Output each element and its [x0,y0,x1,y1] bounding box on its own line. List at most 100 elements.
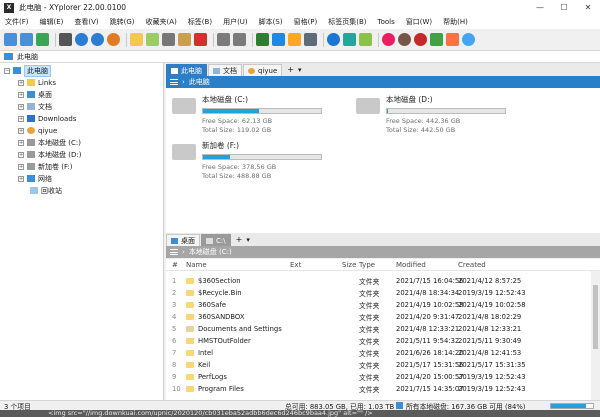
menu-tabsets[interactable]: 标签页集(B) [328,17,366,27]
expand-icon[interactable]: + [18,175,24,182]
tree-item[interactable]: + qiyue [18,125,57,136]
table-row[interactable]: 7 Intel 文件夹 2021/6/26 18:14:20 2021/4/8 12:4… [166,347,600,358]
tree-item[interactable]: + 本地磁盘 (D:) [18,149,81,160]
tree-item[interactable]: + 文档 [18,101,52,112]
expand-icon[interactable]: + [18,91,24,98]
table-row[interactable]: 6 HMSTOutFolder 文件夹 2021/5/11 9:54:32 2021/5… [166,335,600,346]
maximize-button[interactable]: ☐ [552,0,576,15]
tab-this-pc[interactable]: 此电脑 [166,64,207,76]
column-ext[interactable]: Ext [290,261,301,269]
tree-item[interactable]: + 网络 [18,173,52,184]
sync-icon[interactable] [414,33,427,46]
column-created[interactable]: Created [458,261,486,269]
table-row[interactable]: 5 Documents and Settings 文件夹 2021/4/8 12:33… [166,323,600,334]
column-size[interactable]: Size [342,261,356,269]
color-filter-icon[interactable] [382,33,395,46]
menu-file[interactable]: 文件(F) [5,17,29,27]
drive-tile[interactable]: 本地磁盘 (D:) Free Space: 442.36 GB Total Si… [356,94,506,135]
up-icon[interactable] [36,33,49,46]
delete-icon[interactable] [194,33,207,46]
add-tab-button[interactable]: + [236,235,243,244]
tab-menu-button[interactable]: ▾ [246,236,250,244]
tree-icon[interactable] [430,33,443,46]
cut-icon[interactable] [162,33,175,46]
undo-icon[interactable] [217,33,230,46]
tab-menu-button[interactable]: ▾ [298,66,302,74]
add-tab-button[interactable]: + [287,65,294,74]
visual-filter-icon[interactable] [359,33,372,46]
expand-icon[interactable]: + [18,127,24,134]
minimize-button[interactable]: — [528,0,552,15]
computer-icon[interactable] [59,33,72,46]
menu-panes[interactable]: 窗格(P) [294,17,318,27]
tree-item[interactable]: + Links [18,77,56,88]
menu-go[interactable]: 跳转(G) [110,17,135,27]
drive-tile[interactable]: 本地磁盘 (C:) Free Space: 62.13 GB Total Siz… [172,94,322,135]
menu-tools[interactable]: Tools [378,18,395,26]
color-scheme-icon[interactable] [462,33,475,46]
menu-icon[interactable] [170,249,178,255]
column-name[interactable]: Name [186,261,207,269]
expand-icon[interactable]: + [18,115,24,122]
back-icon[interactable] [4,33,17,46]
tab-c-drive[interactable]: C:\ [201,234,231,246]
table-row[interactable]: 8 Keil 文件夹 2021/5/17 15:31:56 2021/5/17 15:3… [166,359,600,370]
expand-icon[interactable]: + [18,151,24,158]
history-icon[interactable] [107,33,120,46]
tree-item[interactable]: + 新加卷 (F:) [18,161,73,172]
menu-favorites[interactable]: 收藏夹(A) [146,17,177,27]
expand-icon[interactable]: + [18,163,24,170]
pane1-breadcrumb[interactable]: › 此电脑 [166,76,600,88]
globe-icon[interactable] [91,33,104,46]
column-type[interactable]: Type [359,261,375,269]
menu-edit[interactable]: 编辑(E) [40,17,64,27]
drive-tile[interactable]: 新加卷 (F:) Free Space: 378.56 GB Total Siz… [172,140,322,181]
collapse-icon[interactable]: − [4,67,10,74]
paste-icon[interactable] [178,33,191,46]
table-row[interactable]: 2 $Recycle.Bin 文件夹 2021/4/8 18:34:34 2019/3/… [166,287,600,298]
table-row[interactable]: 4 360SANDBOX 文件夹 2021/4/20 9:31:47 2021/4/8 … [166,311,600,322]
search-icon[interactable] [327,33,340,46]
menu-icon[interactable] [170,79,178,85]
menu-tags[interactable]: 标签(B) [188,17,212,27]
menu-user[interactable]: 用户(U) [223,17,248,27]
table-row[interactable]: 3 360Safe 文件夹 2021/4/19 10:02:58 2021/4/19 1… [166,299,600,310]
new-folder-icon[interactable] [130,33,143,46]
dual-pane-icon[interactable] [398,33,411,46]
tree-item[interactable]: + 桌面 [18,89,52,100]
expand-icon[interactable]: + [18,139,24,146]
tree-item-this-pc[interactable]: − 此电脑 [4,64,51,77]
filter-icon[interactable] [343,33,356,46]
column-num[interactable]: # [172,261,178,269]
redo-icon[interactable] [233,33,246,46]
lock-icon[interactable] [304,33,317,46]
table-row[interactable]: 10 Program Files 文件夹 2021/7/15 14:35:07 2019… [166,383,600,394]
copy-icon[interactable] [146,33,159,46]
thumbnails-icon[interactable] [288,33,301,46]
menu-window[interactable]: 窗口(W) [406,17,432,27]
expand-icon[interactable]: + [18,79,24,86]
forward-icon[interactable] [20,33,33,46]
tab-qiyue[interactable]: qiyue [243,64,283,76]
column-modified[interactable]: Modified [396,261,426,269]
table-row[interactable]: 9 PerfLogs 文件夹 2021/4/20 15:00:57 2019/3/19 … [166,371,600,382]
find-files-icon[interactable] [256,33,269,46]
tree-item[interactable]: 回收站 [30,185,62,196]
tree-item[interactable]: + 本地磁盘 (C:) [18,137,81,148]
vertical-scrollbar[interactable] [591,271,600,400]
list-view-icon[interactable] [272,33,285,46]
tree-item[interactable]: + Downloads [18,113,76,124]
menu-help[interactable]: 帮助(H) [443,17,468,27]
menu-view[interactable]: 查看(V) [74,17,98,27]
menu-script[interactable]: 脚本(S) [259,17,283,27]
tab-desktop[interactable]: 桌面 [166,234,200,246]
table-row[interactable]: 1 $360Section 文件夹 2021/7/15 16:04:56 2021/4/… [166,275,600,286]
target-icon[interactable] [75,33,88,46]
address-bar[interactable]: 此电脑 [0,51,600,63]
catalog-icon[interactable] [446,33,459,46]
tab-documents[interactable]: 文档 [208,64,242,76]
expand-icon[interactable]: + [18,103,24,110]
scrollbar-thumb[interactable] [593,285,598,349]
close-button[interactable]: ✕ [576,0,600,15]
pane2-breadcrumb[interactable]: › 本地磁盘 (C:) [166,246,600,258]
